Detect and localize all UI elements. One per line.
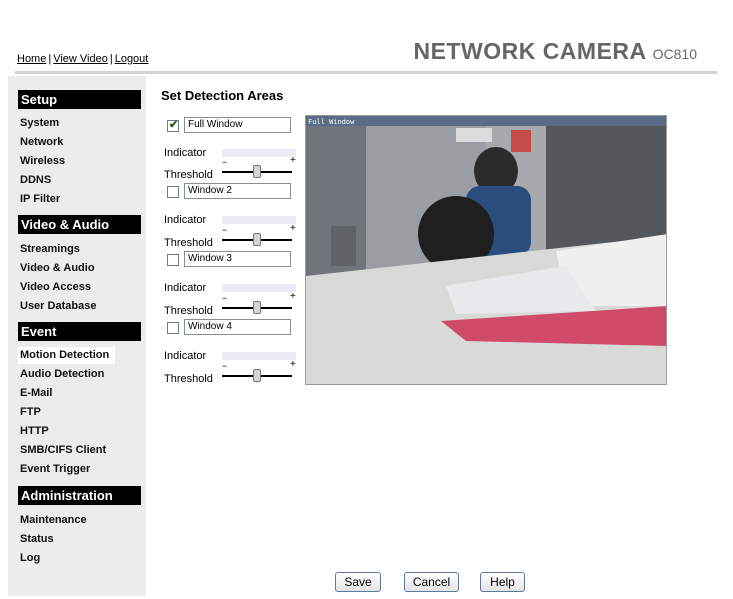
sidebar-item-system[interactable]: System xyxy=(18,115,114,132)
window-3-checkbox[interactable] xyxy=(167,254,179,266)
threshold-label: Threshold xyxy=(164,237,213,249)
save-button[interactable]: Save xyxy=(335,572,381,592)
sidebar-item-http[interactable]: HTTP xyxy=(18,423,114,440)
sidebar-item-wireless[interactable]: Wireless xyxy=(18,153,114,170)
section-administration: Administration xyxy=(18,486,141,505)
cancel-button[interactable]: Cancel xyxy=(404,572,459,592)
sidebar-item-status[interactable]: Status xyxy=(18,531,114,548)
sidebar-item-log[interactable]: Log xyxy=(18,550,114,567)
window-2-name-field[interactable]: Window 2 xyxy=(184,183,291,199)
window-4-indicator-bar xyxy=(222,352,296,360)
top-navigation: Home | View Video | Logout xyxy=(17,53,148,65)
wall-paper-note xyxy=(456,128,492,142)
detection-window-strip xyxy=(306,116,666,126)
indicator-label: Indicator xyxy=(164,214,207,226)
view-video-link[interactable]: View Video xyxy=(53,53,108,65)
window-3-threshold-slider[interactable]: − + xyxy=(222,291,296,317)
brand-title: NETWORK CAMERA xyxy=(413,38,647,64)
slider-thumb[interactable] xyxy=(253,165,261,178)
right-monitor-area xyxy=(546,126,666,256)
sidebar-item-user-database[interactable]: User Database xyxy=(18,298,114,315)
sidebar: Setup System Network Wireless DDNS IP Fi… xyxy=(8,76,146,596)
window-4-threshold-slider[interactable]: − + xyxy=(222,359,296,385)
sidebar-item-video-access[interactable]: Video Access xyxy=(18,279,114,296)
window-2-checkbox[interactable] xyxy=(167,186,179,198)
brand-logo: NETWORK CAMERA OC810 xyxy=(413,38,697,65)
threshold-label: Threshold xyxy=(164,169,213,181)
window-2-indicator-bar xyxy=(222,216,296,224)
minus-icon: − xyxy=(222,361,228,371)
minus-icon: − xyxy=(222,225,228,235)
window-4-name-field[interactable]: Window 4 xyxy=(184,319,291,335)
minus-icon: − xyxy=(222,157,228,167)
nav-separator: | xyxy=(109,53,113,65)
indicator-label: Indicator xyxy=(164,282,207,294)
logout-link[interactable]: Logout xyxy=(115,53,149,65)
sidebar-item-motion-detection[interactable]: Motion Detection xyxy=(18,347,115,364)
slider-thumb[interactable] xyxy=(253,233,261,246)
sidebar-item-audio-detection[interactable]: Audio Detection xyxy=(18,366,114,383)
page-title: Set Detection Areas xyxy=(161,88,284,103)
indicator-label: Indicator xyxy=(164,350,207,362)
threshold-label: Threshold xyxy=(164,305,213,317)
section-event: Event xyxy=(18,322,141,341)
header-divider xyxy=(15,71,717,74)
model-name: OC810 xyxy=(652,46,697,62)
sidebar-item-network[interactable]: Network xyxy=(18,134,114,151)
sidebar-item-smb-cifs-client[interactable]: SMB/CIFS Client xyxy=(18,442,114,459)
window-4-checkbox[interactable] xyxy=(167,322,179,334)
plus-icon: + xyxy=(290,359,296,370)
sidebar-item-streamings[interactable]: Streamings xyxy=(18,241,114,258)
minus-icon: − xyxy=(222,293,228,303)
plus-icon: + xyxy=(290,291,296,302)
window-3-indicator-bar xyxy=(222,284,296,292)
sidebar-item-ddns[interactable]: DDNS xyxy=(18,172,114,189)
sidebar-item-ftp[interactable]: FTP xyxy=(18,404,114,421)
sidebar-item-video-audio[interactable]: Video & Audio xyxy=(18,260,114,277)
camera-window-label: Full Window xyxy=(308,118,355,126)
home-link[interactable]: Home xyxy=(17,53,46,65)
plus-icon: + xyxy=(290,155,296,166)
sidebar-item-maintenance[interactable]: Maintenance xyxy=(18,512,114,529)
plus-icon: + xyxy=(290,223,296,234)
wall-poster-red xyxy=(511,130,531,152)
window-3-name-field[interactable]: Window 3 xyxy=(184,251,291,267)
filing-drawers xyxy=(331,226,356,266)
window-1-checkbox[interactable]: ✔ xyxy=(167,119,179,132)
threshold-label: Threshold xyxy=(164,373,213,385)
checkmark-icon: ✔ xyxy=(169,119,179,131)
window-1-threshold-slider[interactable]: − + xyxy=(222,155,296,181)
camera-scene xyxy=(306,116,666,384)
window-1-name-field[interactable]: Full Window xyxy=(184,117,291,133)
sidebar-item-event-trigger[interactable]: Event Trigger xyxy=(18,461,114,478)
slider-thumb[interactable] xyxy=(253,369,261,382)
sidebar-item-email[interactable]: E-Mail xyxy=(18,385,114,402)
section-setup: Setup xyxy=(18,90,141,109)
camera-preview[interactable]: Full Window xyxy=(305,115,667,385)
indicator-label: Indicator xyxy=(164,147,207,159)
window-2-threshold-slider[interactable]: − + xyxy=(222,223,296,249)
slider-thumb[interactable] xyxy=(253,301,261,314)
section-video-audio: Video & Audio xyxy=(18,215,141,234)
window-1-indicator-bar xyxy=(222,149,296,157)
help-button[interactable]: Help xyxy=(480,572,525,592)
sidebar-item-ip-filter[interactable]: IP Filter xyxy=(18,191,114,208)
